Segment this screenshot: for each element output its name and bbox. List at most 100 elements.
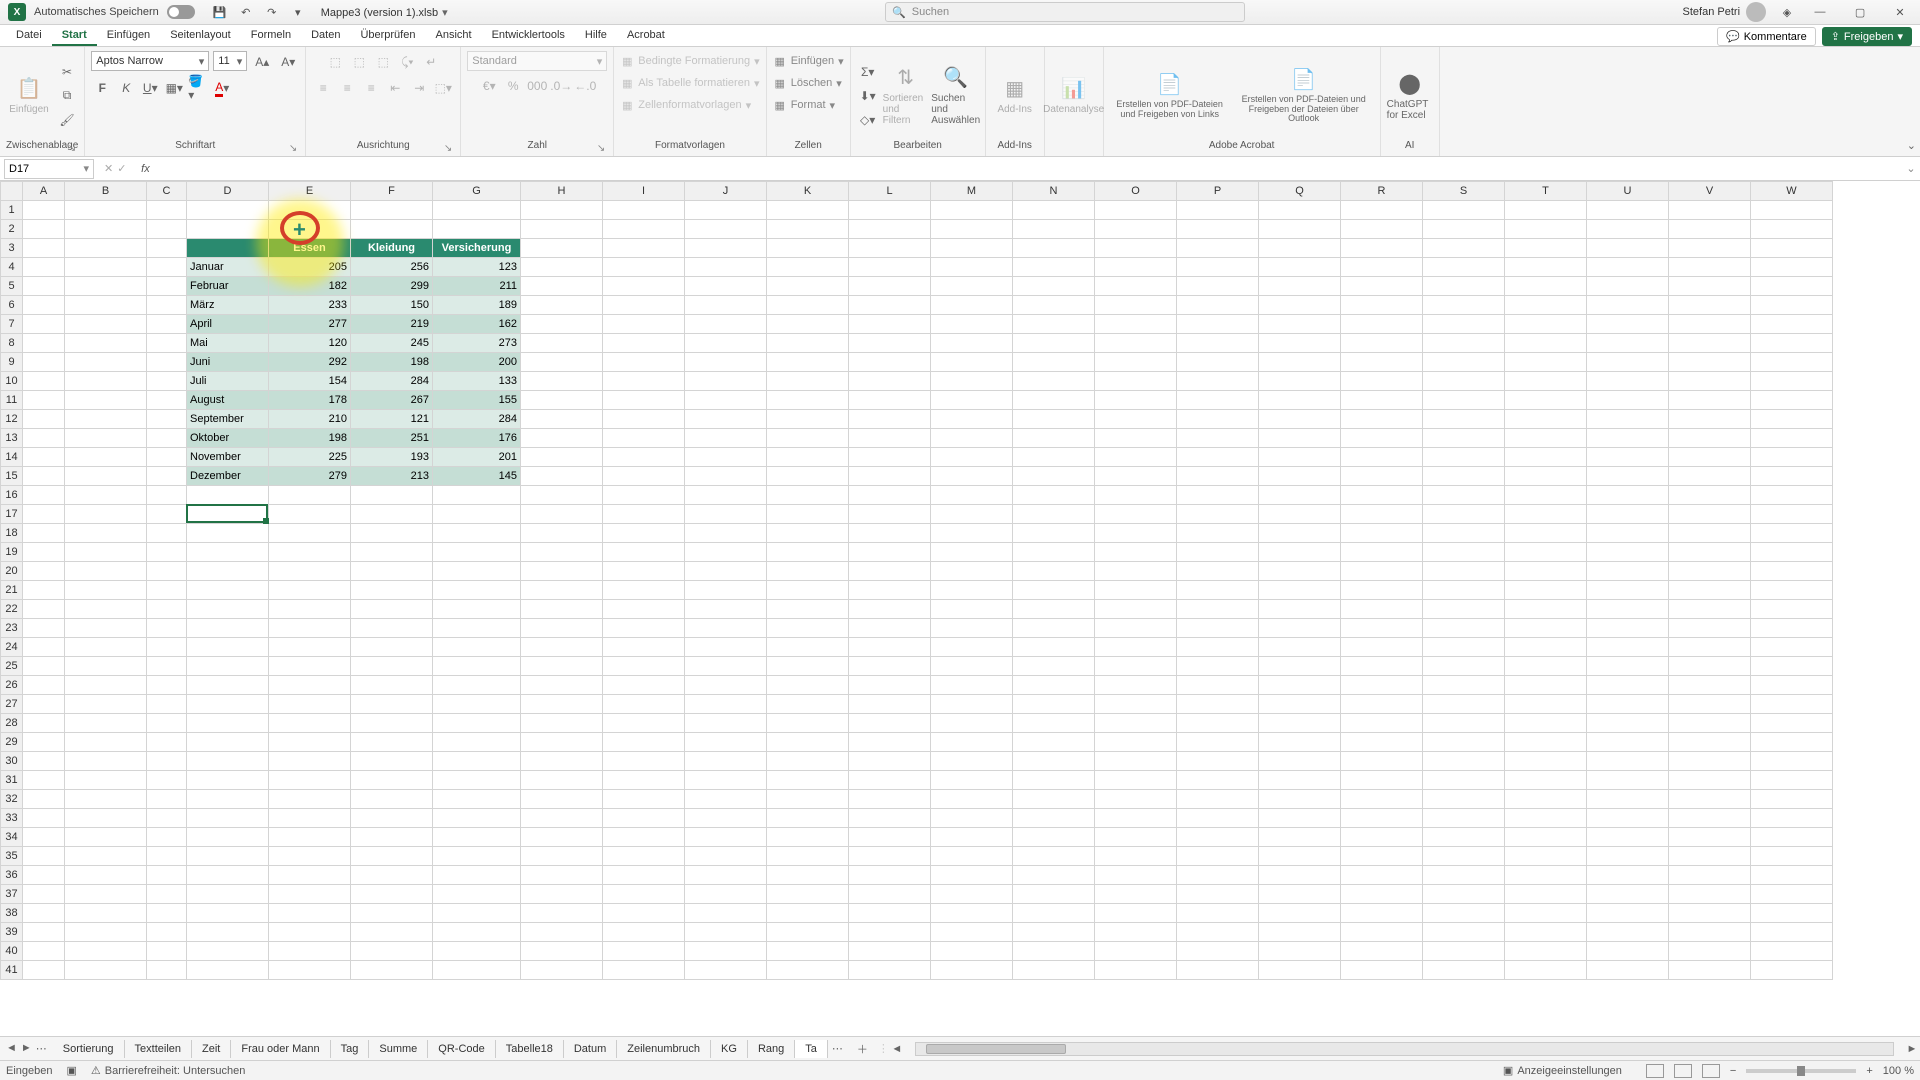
column-header[interactable]: T <box>1505 182 1587 201</box>
cell[interactable] <box>1505 733 1587 752</box>
cell[interactable] <box>1013 296 1095 315</box>
cell[interactable] <box>65 657 147 676</box>
launcher-icon[interactable]: ↘ <box>597 143 605 154</box>
cell[interactable] <box>1505 866 1587 885</box>
cell[interactable] <box>147 809 187 828</box>
diamond-icon[interactable]: ◈ <box>1777 2 1797 22</box>
cell[interactable] <box>147 600 187 619</box>
cell[interactable] <box>1177 429 1259 448</box>
cell[interactable] <box>351 733 433 752</box>
cell[interactable] <box>23 581 65 600</box>
row-header[interactable]: 22 <box>1 600 23 619</box>
cell[interactable] <box>1587 334 1669 353</box>
cell[interactable] <box>521 752 603 771</box>
cell[interactable] <box>1587 372 1669 391</box>
cell[interactable] <box>1095 714 1177 733</box>
cell[interactable] <box>65 828 147 847</box>
document-title[interactable]: Mappe3 (version 1).xlsb▾ <box>321 6 448 19</box>
column-header[interactable]: I <box>603 182 685 201</box>
cell[interactable]: 213 <box>351 467 433 486</box>
cell[interactable] <box>1259 619 1341 638</box>
cell[interactable] <box>1587 505 1669 524</box>
row-header[interactable]: 20 <box>1 562 23 581</box>
cell[interactable] <box>1423 543 1505 562</box>
column-header[interactable]: N <box>1013 182 1095 201</box>
cell[interactable] <box>65 809 147 828</box>
cell[interactable] <box>1013 410 1095 429</box>
cell[interactable] <box>1587 942 1669 961</box>
cell[interactable] <box>269 600 351 619</box>
cell[interactable] <box>767 334 849 353</box>
cell[interactable] <box>269 714 351 733</box>
cell[interactable] <box>521 296 603 315</box>
cell[interactable] <box>685 733 767 752</box>
cell[interactable] <box>1751 847 1833 866</box>
cell[interactable] <box>1177 904 1259 923</box>
cell[interactable] <box>269 220 351 239</box>
cell[interactable] <box>1423 448 1505 467</box>
row-header[interactable]: 25 <box>1 657 23 676</box>
ribbon-tab[interactable]: Acrobat <box>617 26 675 46</box>
row-header[interactable]: 3 <box>1 239 23 258</box>
cell[interactable] <box>433 885 521 904</box>
cell[interactable] <box>1505 467 1587 486</box>
row-header[interactable]: 11 <box>1 391 23 410</box>
cell[interactable] <box>1669 543 1751 562</box>
cell[interactable] <box>23 619 65 638</box>
cell[interactable] <box>351 847 433 866</box>
cell[interactable] <box>1259 258 1341 277</box>
cell[interactable] <box>147 695 187 714</box>
horizontal-scrollbar[interactable] <box>915 1042 1894 1056</box>
cell[interactable] <box>1587 353 1669 372</box>
cell[interactable] <box>849 372 931 391</box>
cell[interactable] <box>23 505 65 524</box>
cell[interactable] <box>767 505 849 524</box>
cell[interactable] <box>1587 562 1669 581</box>
row-header[interactable]: 34 <box>1 828 23 847</box>
row-header[interactable]: 27 <box>1 695 23 714</box>
cell[interactable] <box>931 657 1013 676</box>
cell[interactable] <box>685 429 767 448</box>
cell[interactable] <box>1095 448 1177 467</box>
cell[interactable] <box>187 619 269 638</box>
cell[interactable] <box>1669 885 1751 904</box>
cell[interactable] <box>1423 600 1505 619</box>
cell[interactable] <box>1013 353 1095 372</box>
cell[interactable] <box>1751 296 1833 315</box>
cell[interactable] <box>767 790 849 809</box>
cell[interactable] <box>1341 790 1423 809</box>
cell[interactable] <box>23 752 65 771</box>
cell[interactable] <box>1177 942 1259 961</box>
cell[interactable] <box>65 448 147 467</box>
cell[interactable] <box>147 847 187 866</box>
comments-button[interactable]: 💬 Kommentare <box>1717 27 1816 46</box>
cell[interactable] <box>1095 258 1177 277</box>
cell[interactable] <box>1259 410 1341 429</box>
cell[interactable] <box>147 676 187 695</box>
cell[interactable] <box>1669 372 1751 391</box>
save-icon[interactable]: 💾 <box>210 2 230 22</box>
cell[interactable]: 211 <box>433 277 521 296</box>
cell[interactable] <box>685 676 767 695</box>
cell[interactable] <box>1587 467 1669 486</box>
sheet-tab[interactable]: Zeit <box>192 1040 231 1058</box>
cell[interactable] <box>849 258 931 277</box>
cell[interactable] <box>685 638 767 657</box>
cell[interactable] <box>1177 201 1259 220</box>
align-middle-icon[interactable]: ⬚ <box>348 51 370 73</box>
cell[interactable] <box>1259 353 1341 372</box>
cell[interactable]: 245 <box>351 334 433 353</box>
cell[interactable] <box>23 334 65 353</box>
cell[interactable]: 201 <box>433 448 521 467</box>
cell[interactable] <box>147 581 187 600</box>
cell[interactable] <box>1751 429 1833 448</box>
cell[interactable] <box>849 809 931 828</box>
cell[interactable] <box>685 372 767 391</box>
cell[interactable] <box>1587 657 1669 676</box>
cell[interactable] <box>685 277 767 296</box>
cell[interactable] <box>1341 543 1423 562</box>
cell[interactable] <box>23 486 65 505</box>
cell[interactable] <box>1341 391 1423 410</box>
cell[interactable] <box>1669 296 1751 315</box>
cell[interactable] <box>685 296 767 315</box>
